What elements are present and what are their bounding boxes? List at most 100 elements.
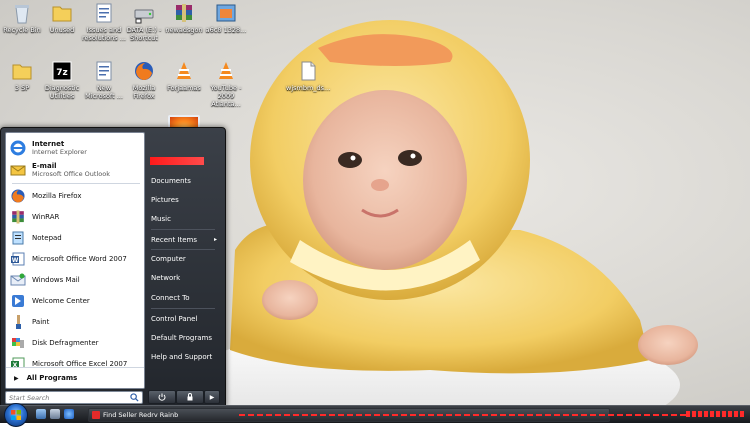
quicklaunch-internet-explorer-icon[interactable]: [64, 409, 74, 419]
recent-program-windows-mail[interactable]: Windows Mail: [10, 270, 142, 290]
search-icon[interactable]: [130, 393, 139, 402]
places-default-programs[interactable]: Default Programs: [149, 330, 221, 346]
quicklaunch-show-desktop-icon[interactable]: [36, 409, 46, 419]
menu-separator: [151, 249, 215, 250]
all-programs-button[interactable]: ▶ All Programs: [6, 367, 144, 388]
recent-program-welcome-center[interactable]: Welcome Center: [10, 291, 142, 311]
red-window-icon: [92, 411, 100, 419]
recent-program-word[interactable]: W Microsoft Office Word 2007: [10, 249, 142, 269]
lock-icon: [187, 393, 193, 401]
menu-item-label: Mozilla Firefox: [32, 192, 82, 200]
document-icon: [96, 61, 112, 81]
menu-separator: [151, 229, 215, 230]
places-pictures[interactable]: Pictures: [149, 192, 221, 208]
menu-separator: [151, 308, 215, 309]
start-menu-programs-pane: Internet Internet Explorer E-mail Microsof…: [5, 132, 145, 389]
places-label: Music: [151, 215, 171, 223]
desktop-icon-label: DATA (E:) - Shortcut: [126, 26, 162, 42]
desktop-icon-label: Forjaamas: [167, 84, 201, 92]
desktop-icon-new-microsoft[interactable]: New Microsoft ...: [82, 60, 126, 100]
desktop-icon-label: Issues and resolutions ...: [82, 26, 126, 42]
7zip-icon: 7z: [52, 61, 72, 81]
places-control-panel[interactable]: Control Panel: [149, 311, 221, 327]
start-search-input[interactable]: [6, 392, 119, 403]
desktop-icon-label: YouTube - 2009 Atlanta...: [210, 84, 242, 108]
blank-file-icon: [301, 61, 316, 81]
power-button[interactable]: [148, 390, 176, 404]
pinned-subtitle: Microsoft Office Outlook: [32, 170, 110, 178]
vlc-icon: [219, 62, 233, 79]
recent-program-disk-defragmenter[interactable]: Disk Defragmenter: [10, 333, 142, 353]
places-documents[interactable]: Documents: [149, 173, 221, 189]
places-network[interactable]: Network: [149, 270, 221, 286]
paint-icon: [10, 314, 26, 330]
svg-text:7z: 7z: [56, 68, 68, 78]
places-recent-items[interactable]: Recent Items ▸: [149, 232, 221, 248]
desktop-icon-diagnostic[interactable]: 7z Diagnostic Utilities: [40, 60, 84, 100]
recent-program-winrar[interactable]: WinRAR: [10, 207, 142, 227]
recent-program-firefox[interactable]: Mozilla Firefox: [10, 186, 142, 206]
welcome-center-icon: [10, 293, 26, 309]
places-label: Documents: [151, 177, 191, 185]
desktop-icon-3sp[interactable]: 3 SP: [0, 60, 44, 92]
lock-button[interactable]: [176, 390, 204, 404]
start-search-box[interactable]: [5, 391, 143, 404]
desktop-icon-label: wjsmbm_ds...: [286, 84, 331, 92]
recycle-bin-icon: [15, 5, 29, 24]
desktop-icon-issues[interactable]: Issues and resolutions ...: [82, 2, 126, 42]
notepad-icon: [10, 230, 26, 246]
places-help-and-support[interactable]: Help and Support: [149, 349, 221, 365]
desktop-icon-label: Unused: [49, 26, 75, 34]
menu-item-label: Disk Defragmenter: [32, 339, 99, 347]
taskbar-window-button[interactable]: Find Seller Redrv Rainb: [88, 408, 689, 422]
places-computer[interactable]: Computer: [149, 251, 221, 267]
redacted-text-marker: [239, 414, 689, 416]
triangle-right-icon: ▶: [14, 374, 19, 382]
chevron-right-icon: ▶: [209, 393, 215, 401]
pinned-subtitle: Internet Explorer: [32, 148, 87, 156]
desktop-icon-newadsgon[interactable]: newadsgon: [162, 2, 206, 34]
firefox-icon: [135, 62, 153, 80]
menu-item-label: Welcome Center: [32, 297, 90, 305]
desktop-icon-data-drive[interactable]: DATA (E:) - Shortcut: [122, 2, 166, 42]
menu-item-label: Microsoft Office Word 2007: [32, 255, 127, 263]
recent-program-paint[interactable]: Paint: [10, 312, 142, 332]
desktop-icon-label: Mozilla Firefox: [132, 84, 156, 100]
places-label: Network: [151, 274, 181, 282]
word-icon: W: [10, 251, 26, 267]
start-button[interactable]: [4, 403, 28, 427]
places-label: Computer: [151, 255, 186, 263]
desktop-icon-blank-file[interactable]: wjsmbm_ds...: [286, 60, 330, 92]
folder-icon: [12, 64, 32, 80]
clock-redacted[interactable]: [686, 411, 746, 417]
all-programs-label: All Programs: [26, 374, 78, 382]
places-connect-to[interactable]: Connect To: [149, 290, 221, 306]
desktop-icon-forjaamas[interactable]: Forjaamas: [162, 60, 206, 92]
taskbar: Find Seller Redrv Rainb: [0, 403, 750, 427]
outlook-icon: [10, 162, 26, 178]
places-label: Control Panel: [151, 315, 198, 323]
pinned-email[interactable]: E-mail Microsoft Office Outlook: [10, 159, 142, 181]
desktop-icon-firefox[interactable]: Mozilla Firefox: [122, 60, 166, 100]
folder-icon: [52, 6, 72, 22]
places-music[interactable]: Music: [149, 211, 221, 227]
pinned-internet[interactable]: Internet Internet Explorer: [10, 137, 142, 159]
desktop-icon-unused[interactable]: Unused: [40, 2, 84, 34]
desktop-icon-recycle-bin[interactable]: Recycle Bin: [0, 2, 44, 34]
menu-item-label: Notepad: [32, 234, 62, 242]
desktop-icon-label: 3 SP: [14, 84, 30, 92]
windows-logo-icon: [11, 410, 21, 420]
desktop-icon-label: Diagnostic Utilities: [44, 84, 80, 100]
chevron-right-icon: ▸: [213, 236, 217, 243]
quicklaunch-switch-windows-icon[interactable]: [50, 409, 60, 419]
drive-shortcut-icon: [134, 9, 154, 24]
pinned-title: E-mail: [32, 162, 57, 170]
desktop-icon-label: newadsgon: [165, 26, 203, 34]
recent-program-notepad[interactable]: Notepad: [10, 228, 142, 248]
menu-item-label: Windows Mail: [32, 276, 80, 284]
shutdown-options-button[interactable]: ▶: [204, 390, 220, 404]
menu-item-label: Paint: [32, 318, 50, 326]
desktop-icon-image-file[interactable]: a6c8 1328...: [204, 2, 248, 34]
desktop-icon-youtube[interactable]: YouTube - 2009 Atlanta...: [204, 60, 248, 108]
menu-item-label: WinRAR: [32, 213, 60, 221]
